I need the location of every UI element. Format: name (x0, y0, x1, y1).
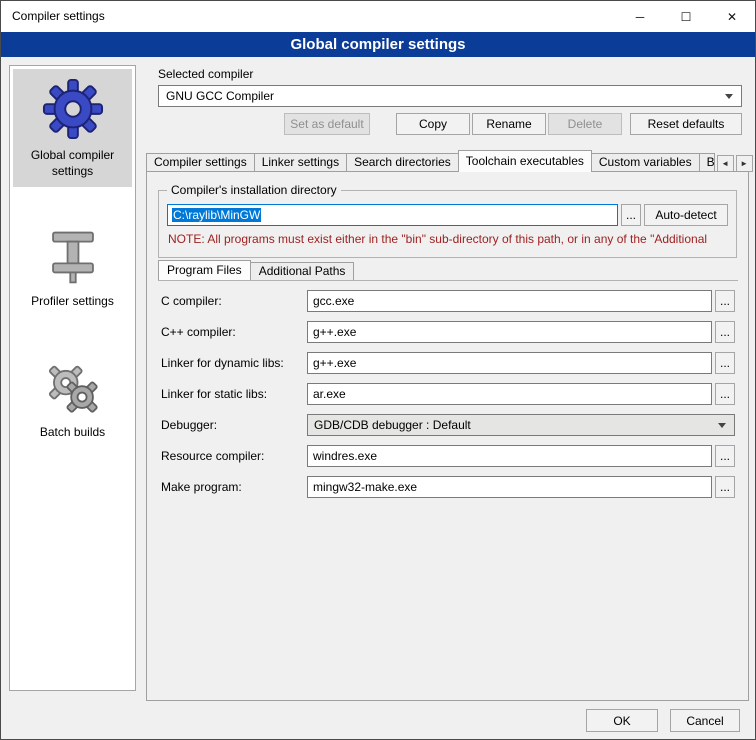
dynamic-linker-input[interactable] (307, 352, 712, 374)
subtab-additional-paths[interactable]: Additional Paths (250, 262, 355, 280)
program-files-subtabbar: Program Files Additional Paths (159, 260, 354, 280)
resource-compiler-row: Resource compiler: ... (161, 445, 735, 467)
c-compiler-browse-button[interactable]: ... (715, 290, 735, 312)
sidebar-item-label: Batch builds (15, 425, 130, 441)
tab-compiler-settings[interactable]: Compiler settings (146, 153, 255, 172)
cpp-compiler-browse-button[interactable]: ... (715, 321, 735, 343)
ok-button[interactable]: OK (586, 709, 658, 732)
close-button[interactable]: ✕ (709, 1, 755, 32)
resource-compiler-label: Resource compiler: (161, 449, 307, 463)
tab-scroll-buttons: ◄ ► (715, 155, 753, 172)
sidebar-item-batch-builds[interactable]: Batch builds (13, 350, 132, 449)
rename-button[interactable]: Rename (472, 113, 546, 135)
selected-compiler-dropdown[interactable]: GNU GCC Compiler (158, 85, 742, 107)
batch-gears-icon (44, 359, 102, 417)
toolchain-executables-panel: Compiler's installation directory C:\ray… (146, 171, 749, 701)
debugger-dropdown[interactable]: GDB/CDB debugger : Default (307, 414, 735, 436)
c-compiler-label: C compiler: (161, 294, 307, 308)
tab-toolchain-executables[interactable]: Toolchain executables (458, 150, 592, 172)
tab-search-directories[interactable]: Search directories (346, 153, 459, 172)
resource-compiler-browse-button[interactable]: ... (715, 445, 735, 467)
static-linker-row: Linker for static libs: ... (161, 383, 735, 405)
sidebar-spacer (10, 190, 135, 216)
installation-directory-row: C:\raylib\MinGW ... Auto-detect (167, 204, 728, 226)
window-title: Compiler settings (1, 1, 617, 32)
installation-directory-groupbox: Compiler's installation directory C:\ray… (158, 190, 737, 258)
subtab-program-files[interactable]: Program Files (158, 260, 251, 280)
program-files-form: C compiler: ... C++ compiler: ... Linker… (161, 290, 735, 507)
sidebar-spacer (10, 321, 135, 347)
sidebar-item-profiler-settings[interactable]: Profiler settings (13, 219, 132, 318)
set-as-default-button[interactable]: Set as default (284, 113, 370, 135)
installation-directory-value: C:\raylib\MinGW (172, 208, 261, 222)
auto-detect-button[interactable]: Auto-detect (644, 204, 728, 226)
reset-defaults-button[interactable]: Reset defaults (630, 113, 742, 135)
selected-compiler-label: Selected compiler (158, 67, 253, 81)
make-program-input[interactable] (307, 476, 712, 498)
make-program-browse-button[interactable]: ... (715, 476, 735, 498)
cpp-compiler-row: C++ compiler: ... (161, 321, 735, 343)
installation-directory-browse-button[interactable]: ... (621, 204, 641, 226)
chevron-down-icon (718, 423, 726, 428)
dynamic-linker-label: Linker for dynamic libs: (161, 356, 307, 370)
compiler-actions: Set as default Copy Rename Delete Reset … (158, 113, 742, 135)
sidebar: Global compiler settings Profiler settin… (9, 65, 136, 691)
maximize-button[interactable]: ☐ (663, 1, 709, 32)
titlebar: Compiler settings ─ ☐ ✕ (1, 1, 755, 32)
chevron-down-icon (725, 94, 733, 99)
static-linker-browse-button[interactable]: ... (715, 383, 735, 405)
compiler-settings-window: Compiler settings ─ ☐ ✕ Global compiler … (0, 0, 756, 740)
selected-compiler-value: GNU GCC Compiler (166, 89, 274, 103)
sidebar-item-label: Global compiler settings (15, 148, 130, 179)
dynamic-linker-row: Linker for dynamic libs: ... (161, 352, 735, 374)
installation-directory-input[interactable]: C:\raylib\MinGW (167, 204, 618, 226)
settings-tabbar: Compiler settings Linker settings Search… (146, 150, 749, 172)
static-linker-label: Linker for static libs: (161, 387, 307, 401)
debugger-value: GDB/CDB debugger : Default (314, 418, 471, 432)
tab-scroll-right-button[interactable]: ► (736, 155, 753, 172)
debugger-row: Debugger: GDB/CDB debugger : Default (161, 414, 735, 436)
copy-button[interactable]: Copy (396, 113, 470, 135)
cancel-button[interactable]: Cancel (670, 709, 740, 732)
profiler-tool-icon (44, 228, 102, 286)
resource-compiler-input[interactable] (307, 445, 712, 467)
debugger-label: Debugger: (161, 418, 307, 432)
tab-build-clipped[interactable]: Buil (699, 153, 715, 172)
subtab-divider (158, 280, 738, 281)
tab-linker-settings[interactable]: Linker settings (254, 153, 347, 172)
make-program-row: Make program: ... (161, 476, 735, 498)
c-compiler-row: C compiler: ... (161, 290, 735, 312)
cpp-compiler-label: C++ compiler: (161, 325, 307, 339)
dynamic-linker-browse-button[interactable]: ... (715, 352, 735, 374)
tab-scroll-left-button[interactable]: ◄ (717, 155, 734, 172)
make-program-label: Make program: (161, 480, 307, 494)
c-compiler-input[interactable] (307, 290, 712, 312)
gear-icon (42, 78, 104, 140)
sidebar-item-global-compiler-settings[interactable]: Global compiler settings (13, 69, 132, 187)
installation-directory-title: Compiler's installation directory (167, 183, 341, 197)
tab-custom-variables[interactable]: Custom variables (591, 153, 700, 172)
static-linker-input[interactable] (307, 383, 712, 405)
delete-button[interactable]: Delete (548, 113, 622, 135)
minimize-button[interactable]: ─ (617, 1, 663, 32)
bin-subdirectory-note: NOTE: All programs must exist either in … (168, 232, 728, 246)
page-title: Global compiler settings (1, 32, 755, 57)
sidebar-item-label: Profiler settings (15, 294, 130, 310)
cpp-compiler-input[interactable] (307, 321, 712, 343)
